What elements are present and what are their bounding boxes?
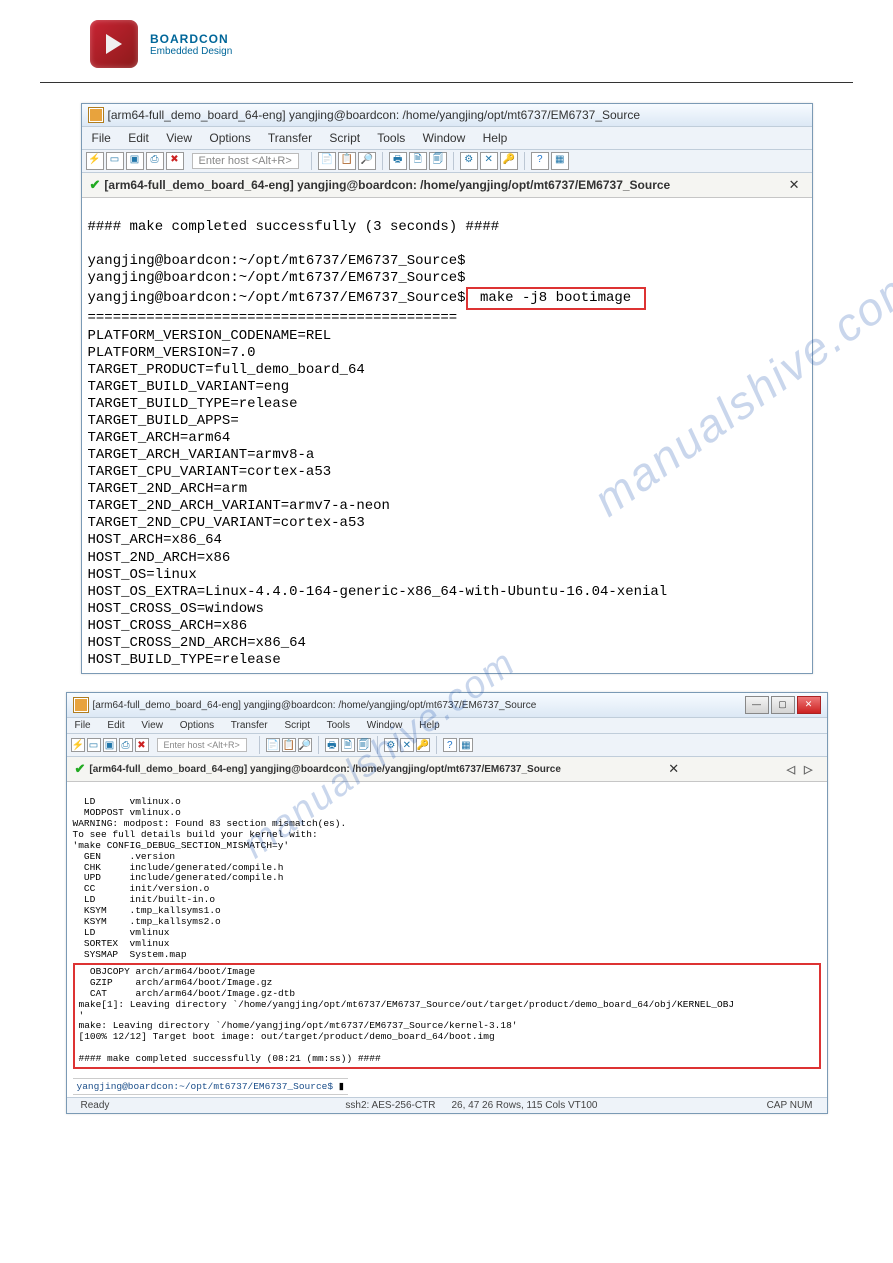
tool-icon[interactable]: ✕	[480, 152, 498, 170]
find-icon[interactable]: 🔎	[298, 738, 312, 752]
tool-icon[interactable]: ⚙	[460, 152, 478, 170]
copy-icon[interactable]: 📄	[266, 738, 280, 752]
paste-icon[interactable]: 📋	[338, 152, 356, 170]
close-button[interactable]: ✕	[797, 696, 821, 714]
tool-icon[interactable]: ⚡	[86, 152, 104, 170]
tab-title: [arm64-full_demo_board_64-eng] yangjing@…	[89, 764, 561, 775]
check-icon: ✔	[75, 761, 86, 777]
menu-edit[interactable]: Edit	[128, 131, 149, 145]
tool-icon[interactable]: ⎙	[119, 738, 133, 752]
help-icon[interactable]: ?	[443, 738, 457, 752]
window-titlebar[interactable]: [arm64-full_demo_board_64-eng] yangjing@…	[82, 104, 812, 127]
tool-icon[interactable]: 🖶	[325, 738, 339, 752]
find-icon[interactable]: 🔎	[358, 152, 376, 170]
menubar: File Edit View Options Transfer Script T…	[82, 127, 812, 150]
window-title: [arm64-full_demo_board_64-eng] yangjing@…	[108, 108, 641, 122]
toolbar: ⚡ ▭ ▣ ⎙ ✖ Enter host <Alt+R> 📄 📋 🔎 🖶 🗎 🗐…	[67, 734, 827, 757]
menu-help[interactable]: Help	[419, 720, 440, 731]
tool-icon[interactable]: ▭	[87, 738, 101, 752]
check-icon: ✔	[90, 177, 101, 193]
menu-help[interactable]: Help	[483, 131, 508, 145]
terminal-window-1: [arm64-full_demo_board_64-eng] yangjing@…	[81, 103, 813, 674]
tool-icon[interactable]: ✕	[400, 738, 414, 752]
menu-transfer[interactable]: Transfer	[231, 720, 268, 731]
toolbar: ⚡ ▭ ▣ ⎙ ✖ Enter host <Alt+R> 📄 📋 🔎 🖶 🗎 🗐…	[82, 150, 812, 173]
menu-view[interactable]: View	[141, 720, 163, 731]
help-icon[interactable]: ?	[531, 152, 549, 170]
close-tab-icon[interactable]: ✕	[664, 761, 683, 777]
host-input[interactable]: Enter host <Alt+R>	[157, 738, 247, 752]
menu-window[interactable]: Window	[367, 720, 403, 731]
tool-icon[interactable]: ▣	[126, 152, 144, 170]
disconnect-icon[interactable]: ✖	[166, 152, 184, 170]
nav-right-icon[interactable]: ▷	[804, 763, 812, 776]
header-divider	[40, 82, 853, 83]
tool-icon[interactable]: 🗐	[357, 738, 371, 752]
tool-icon[interactable]: ▣	[103, 738, 117, 752]
tool-icon[interactable]: 🖶	[389, 152, 407, 170]
status-ssh: ssh2: AES-256-CTR	[337, 1100, 443, 1111]
tool-icon[interactable]: ▦	[551, 152, 569, 170]
menu-file[interactable]: File	[75, 720, 91, 731]
menu-window[interactable]: Window	[423, 131, 466, 145]
menu-view[interactable]: View	[166, 131, 192, 145]
cursor: ▮	[339, 1081, 344, 1092]
paste-icon[interactable]: 📋	[282, 738, 296, 752]
tool-icon[interactable]: ▭	[106, 152, 124, 170]
host-input[interactable]: Enter host <Alt+R>	[192, 153, 299, 169]
menu-script[interactable]: Script	[329, 131, 360, 145]
page-header: BOARDCON Embedded Design	[0, 0, 893, 76]
terminal-window-2: [arm64-full_demo_board_64-eng] yangjing@…	[66, 692, 828, 1114]
menu-script[interactable]: Script	[284, 720, 310, 731]
nav-left-icon[interactable]: ◁	[787, 763, 795, 776]
window-title: [arm64-full_demo_board_64-eng] yangjing@…	[93, 700, 537, 711]
window-titlebar[interactable]: [arm64-full_demo_board_64-eng] yangjing@…	[67, 693, 827, 718]
tool-icon[interactable]: ⎙	[146, 152, 164, 170]
menu-file[interactable]: File	[92, 131, 111, 145]
highlighted-command: make -j8 bootimage	[466, 287, 646, 310]
minimize-button[interactable]: —	[745, 696, 769, 714]
tool-icon[interactable]: ▦	[459, 738, 473, 752]
brand-title: BOARDCON	[150, 32, 232, 46]
disconnect-icon[interactable]: ✖	[135, 738, 149, 752]
session-tab[interactable]: ✔ [arm64-full_demo_board_64-eng] yangjin…	[82, 173, 812, 198]
tool-icon[interactable]: 🗐	[429, 152, 447, 170]
highlighted-output-box: OBJCOPY arch/arm64/boot/Image GZIP arch/…	[73, 963, 821, 1069]
status-bar: Ready ssh2: AES-256-CTR 26, 47 26 Rows, …	[67, 1097, 827, 1113]
terminal-output[interactable]: LD vmlinux.o MODPOST vmlinux.o WARNING: …	[67, 782, 827, 1097]
logo-icon	[90, 20, 138, 68]
menu-options[interactable]: Options	[209, 131, 250, 145]
tool-icon[interactable]: ⚙	[384, 738, 398, 752]
tool-icon[interactable]: 🗎	[409, 152, 427, 170]
menu-tools[interactable]: Tools	[377, 131, 405, 145]
status-position: 26, 47 26 Rows, 115 Cols VT100	[443, 1100, 605, 1111]
key-icon[interactable]: 🔑	[416, 738, 430, 752]
terminal-output[interactable]: #### make completed successfully (3 seco…	[82, 198, 812, 673]
menubar: File Edit View Options Transfer Script T…	[67, 718, 827, 734]
close-tab-icon[interactable]: ✕	[785, 177, 804, 193]
tool-icon[interactable]: 🗎	[341, 738, 355, 752]
prompt: yangjing@boardcon:~/opt/mt6737/EM6737_So…	[77, 1081, 339, 1092]
app-icon	[73, 697, 89, 713]
tab-title: [arm64-full_demo_board_64-eng] yangjing@…	[104, 178, 670, 192]
key-icon[interactable]: 🔑	[500, 152, 518, 170]
menu-tools[interactable]: Tools	[327, 720, 350, 731]
menu-transfer[interactable]: Transfer	[268, 131, 312, 145]
tool-icon[interactable]: ⚡	[71, 738, 85, 752]
status-ready: Ready	[73, 1100, 118, 1111]
menu-edit[interactable]: Edit	[107, 720, 124, 731]
status-cap: CAP NUM	[759, 1100, 821, 1111]
session-tab[interactable]: ✔ [arm64-full_demo_board_64-eng] yangjin…	[67, 757, 827, 782]
maximize-button[interactable]: ▢	[771, 696, 795, 714]
copy-icon[interactable]: 📄	[318, 152, 336, 170]
menu-options[interactable]: Options	[180, 720, 214, 731]
app-icon	[88, 107, 104, 123]
brand-subtitle: Embedded Design	[150, 46, 232, 57]
